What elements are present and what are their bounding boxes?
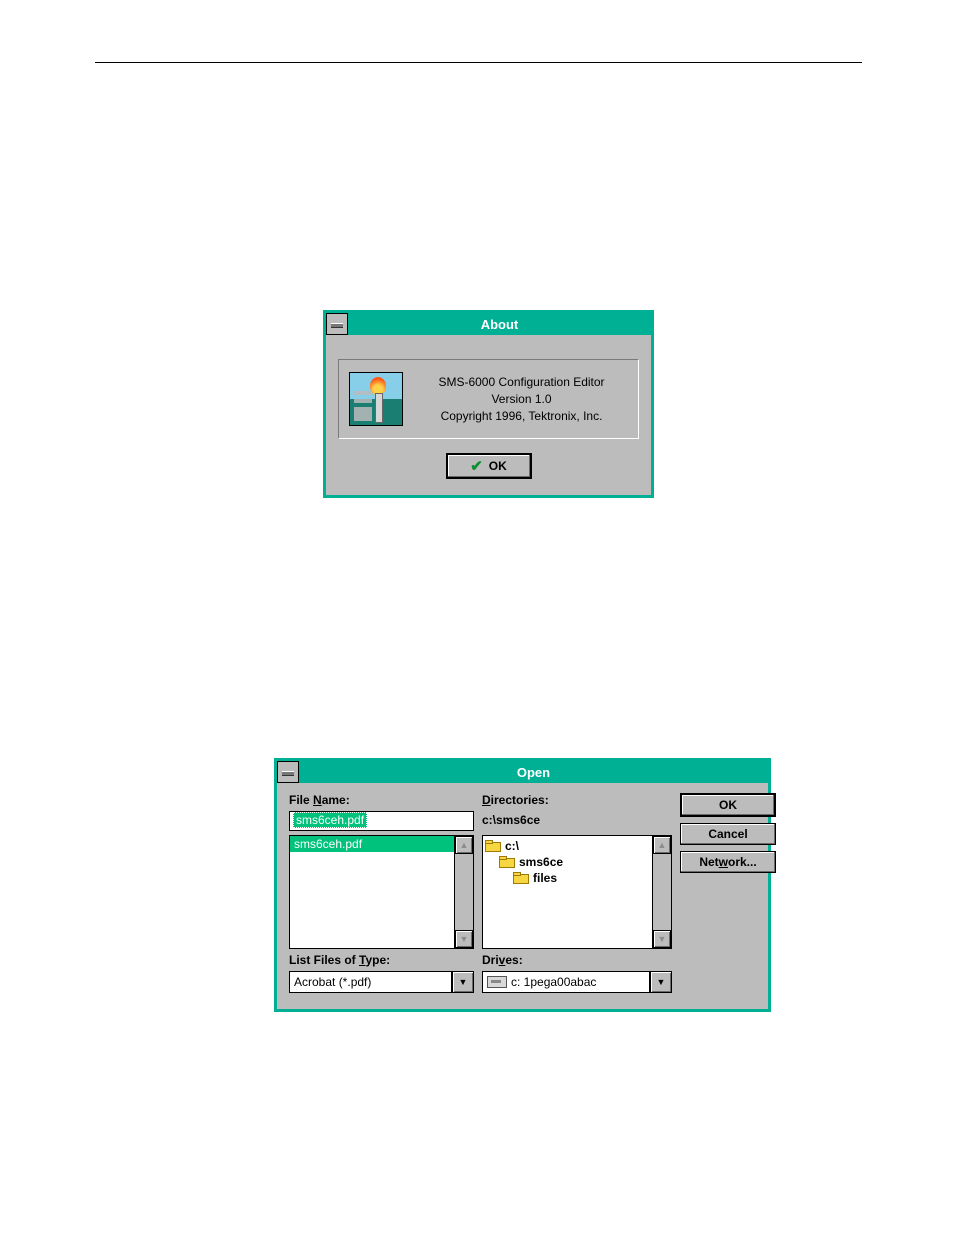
about-body: SMS-6000 Configuration Editor Version 1.… [326, 335, 651, 495]
about-titlebar: About [326, 313, 651, 335]
product-name: SMS-6000 Configuration Editor [415, 374, 628, 391]
network-button[interactable]: Network... [680, 851, 776, 873]
file-list[interactable]: sms6ceh.pdf ▲ ▼ [289, 835, 474, 949]
drive-icon [487, 976, 507, 988]
open-title: Open [299, 765, 768, 780]
system-menu-icon[interactable] [326, 313, 348, 335]
page: About SMS-6000 Configuration Editor Vers… [0, 0, 954, 1235]
directory-tree[interactable]: c:\ sms6ce files ▲ ▼ [482, 835, 672, 949]
open-dialog: Open File Name: sms6ceh.pdf sms6ceh.pdf … [274, 758, 771, 1012]
drives-label: Drives: [482, 953, 672, 967]
file-name-input-wrap: sms6ceh.pdf [289, 811, 474, 831]
system-menu-icon[interactable] [277, 761, 299, 783]
list-type-label: List Files of Type: [289, 953, 474, 967]
folder-open-icon [499, 856, 515, 868]
about-text: SMS-6000 Configuration Editor Version 1.… [415, 374, 628, 425]
scroll-up-icon[interactable]: ▲ [455, 836, 473, 854]
checkmark-icon: ✔ [470, 457, 483, 475]
folder-open-icon [485, 840, 501, 852]
scroll-up-icon[interactable]: ▲ [653, 836, 671, 854]
ok-button[interactable]: OK [680, 793, 776, 817]
dir-item[interactable]: files [485, 870, 650, 886]
dropdown-icon[interactable]: ▼ [452, 971, 474, 993]
list-item[interactable]: sms6ceh.pdf [290, 836, 454, 852]
drives-value: c: 1pega00abac [482, 971, 650, 993]
dir-item[interactable]: c:\ [485, 838, 650, 854]
about-ok-button[interactable]: ✔ OK [446, 453, 532, 479]
file-list-scrollbar[interactable]: ▲ ▼ [454, 836, 473, 948]
open-titlebar: Open [277, 761, 768, 783]
file-name-input[interactable]: sms6ceh.pdf [289, 811, 474, 831]
open-body: File Name: sms6ceh.pdf sms6ceh.pdf ▲ ▼ L… [277, 783, 768, 1009]
type-filter-combo[interactable]: Acrobat (*.pdf) ▼ [289, 971, 474, 993]
current-path: c:\sms6ce [482, 813, 672, 831]
folder-closed-icon [513, 872, 529, 884]
product-copyright: Copyright 1996, Tektronix, Inc. [415, 408, 628, 425]
button-column: OK Cancel Network... [680, 793, 776, 949]
drives-combo[interactable]: c: 1pega00abac ▼ [482, 971, 672, 993]
about-ok-label: OK [489, 459, 507, 473]
dropdown-icon[interactable]: ▼ [650, 971, 672, 993]
scroll-down-icon[interactable]: ▼ [455, 930, 473, 948]
product-version: Version 1.0 [415, 391, 628, 408]
directories-label: Directories: [482, 793, 672, 807]
file-name-label: File Name: [289, 793, 474, 807]
scroll-down-icon[interactable]: ▼ [653, 930, 671, 948]
dir-scrollbar[interactable]: ▲ ▼ [652, 836, 671, 948]
cancel-button[interactable]: Cancel [680, 823, 776, 845]
about-title: About [348, 317, 651, 332]
header-rule [95, 62, 862, 63]
dir-item[interactable]: sms6ce [485, 854, 650, 870]
type-filter-value: Acrobat (*.pdf) [289, 971, 452, 993]
about-panel: SMS-6000 Configuration Editor Version 1.… [338, 359, 639, 439]
about-dialog: About SMS-6000 Configuration Editor Vers… [323, 310, 654, 498]
app-logo-icon [349, 372, 403, 426]
